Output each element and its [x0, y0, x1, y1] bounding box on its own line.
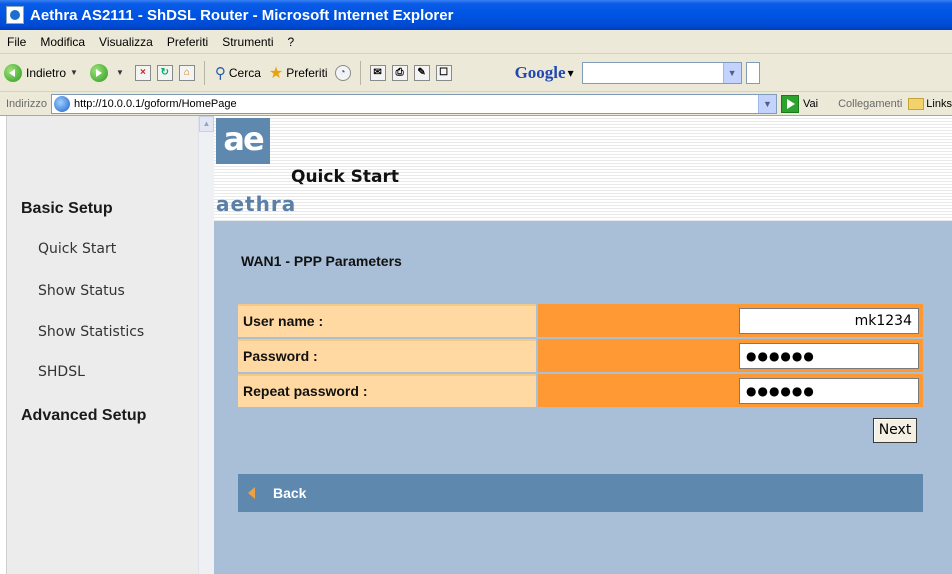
chevron-down-icon[interactable]: ▼: [757, 94, 776, 113]
menu-help[interactable]: ?: [281, 35, 302, 49]
repeat-password-label: Repeat password :: [238, 374, 536, 407]
forward-arrow-icon: [89, 63, 108, 82]
menu-bar: File Modifica Visualizza Preferiti Strum…: [0, 30, 952, 54]
google-toolbar-logo[interactable]: Google: [515, 63, 566, 83]
back-arrow-icon: [248, 487, 255, 499]
folder-icon: [908, 97, 925, 110]
history-icon[interactable]: ◔: [334, 64, 351, 81]
toolbar-separator: [203, 60, 205, 85]
refresh-icon[interactable]: ↻: [156, 64, 173, 81]
next-button[interactable]: Next: [873, 418, 917, 443]
password-cell: ●●●●●●: [538, 339, 923, 372]
toolbar: Indietro ▼ ▼ × ↻ ⌂ ⚲ Cerca ★ Preferiti ◔…: [0, 54, 952, 92]
menu-strumenti[interactable]: Strumenti: [215, 35, 280, 49]
page-title: Quick Start: [291, 167, 400, 187]
back-link[interactable]: Back: [273, 485, 306, 501]
google-search-input[interactable]: ▼: [581, 61, 742, 84]
links-prefix: Collegamenti: [838, 97, 903, 110]
home-icon[interactable]: ⌂: [178, 64, 195, 81]
search-button-label: Cerca: [228, 65, 261, 80]
links-button[interactable]: Links: [926, 98, 952, 110]
back-dropdown-icon[interactable]: ▼: [70, 68, 78, 77]
address-label: Indirizzo: [6, 97, 47, 110]
toolbar-separator: [359, 60, 361, 85]
address-bar: Indirizzo http://10.0.0.1/goform/HomePag…: [0, 92, 952, 116]
nav-heading-advanced-setup[interactable]: Advanced Setup: [21, 407, 146, 425]
section-title: WAN1 - PPP Parameters: [241, 253, 402, 269]
mail-icon[interactable]: ✉: [369, 64, 386, 81]
favorites-button[interactable]: ★ Preferiti: [265, 60, 332, 86]
back-link-bar[interactable]: Back: [238, 474, 923, 512]
window-title-bar: Aethra AS2111 - ShDSL Router - Microsoft…: [0, 0, 952, 30]
username-cell: mk1234: [538, 304, 923, 337]
menu-modifica[interactable]: Modifica: [33, 35, 92, 49]
repeat-password-cell: ●●●●●●: [538, 374, 923, 407]
search-button[interactable]: ⚲ Cerca: [211, 60, 265, 86]
print-icon[interactable]: ⎙: [391, 64, 408, 81]
aethra-logo-mark: ae: [216, 118, 270, 164]
nav-heading-basic-setup[interactable]: Basic Setup: [21, 200, 113, 218]
password-input[interactable]: ●●●●●●: [739, 343, 919, 369]
sidebar-item-show-statistics[interactable]: Show Statistics: [38, 324, 144, 340]
address-url[interactable]: http://10.0.0.1/goform/HomePage: [74, 98, 237, 110]
go-arrow-icon[interactable]: [780, 94, 799, 113]
menu-preferiti[interactable]: Preferiti: [160, 35, 215, 49]
back-button[interactable]: Indietro ▼: [0, 60, 86, 86]
menu-file[interactable]: File: [0, 35, 33, 49]
aethra-logo-text: aethra: [216, 192, 297, 216]
sidebar-item-quick-start[interactable]: Quick Start: [38, 241, 116, 257]
form-row-username: User name : mk1234: [238, 304, 923, 337]
form-row-password: Password : ●●●●●●: [238, 339, 923, 372]
repeat-password-input[interactable]: ●●●●●●: [739, 378, 919, 404]
frame-scrollbar[interactable]: ▲: [198, 116, 214, 574]
menu-visualizza[interactable]: Visualizza: [92, 35, 160, 49]
internet-explorer-icon: [6, 6, 24, 24]
edit-icon[interactable]: ✎: [413, 64, 430, 81]
sidebar-item-show-status[interactable]: Show Status: [38, 283, 125, 299]
google-search-button[interactable]: [745, 61, 760, 84]
back-button-label: Indietro: [26, 65, 67, 80]
page-header: ae aethra Quick Start: [214, 116, 952, 221]
password-label: Password :: [238, 339, 536, 372]
username-label: User name :: [238, 304, 536, 337]
address-input[interactable]: http://10.0.0.1/goform/HomePage ▼: [50, 93, 777, 114]
forward-button[interactable]: ▼: [86, 60, 132, 86]
favorites-button-label: Preferiti: [286, 65, 328, 80]
stop-icon[interactable]: ×: [134, 64, 151, 81]
google-menu-caret[interactable]: ▾: [568, 66, 574, 80]
go-button[interactable]: Vai: [803, 98, 818, 110]
search-icon: ⚲: [214, 64, 226, 82]
page-icon: [53, 95, 70, 112]
forward-dropdown-icon[interactable]: ▼: [116, 68, 124, 77]
page-content: Basic Setup Quick Start Show Status Show…: [0, 116, 952, 574]
messenger-icon[interactable]: ☐: [435, 64, 452, 81]
form-row-repeat-password: Repeat password : ●●●●●●: [238, 374, 923, 407]
scroll-up-icon[interactable]: ▲: [199, 116, 214, 132]
ppp-form: User name : mk1234 Password : ●●●●●● Rep…: [238, 304, 923, 409]
back-arrow-icon: [4, 63, 22, 82]
chevron-down-icon[interactable]: ▼: [722, 62, 741, 83]
sidebar: Basic Setup Quick Start Show Status Show…: [6, 116, 198, 574]
main-panel: ae aethra Quick Start WAN1 - PPP Paramet…: [214, 116, 952, 574]
sidebar-item-shdsl[interactable]: SHDSL: [38, 364, 85, 380]
username-input[interactable]: mk1234: [739, 308, 919, 334]
window-title: Aethra AS2111 - ShDSL Router - Microsoft…: [30, 6, 454, 24]
star-icon: ★: [268, 64, 284, 82]
